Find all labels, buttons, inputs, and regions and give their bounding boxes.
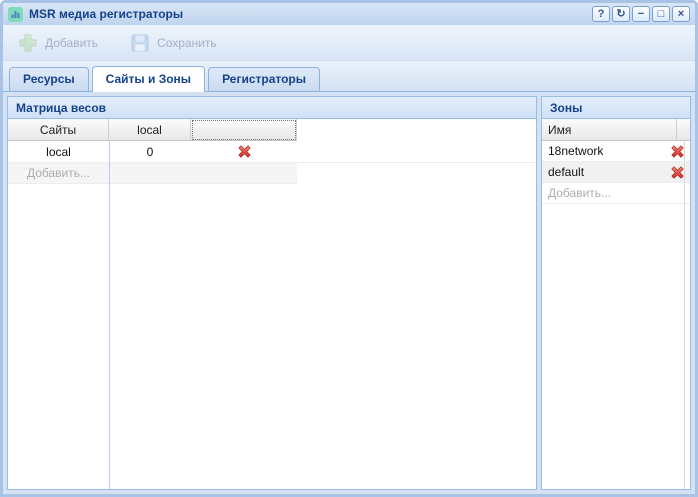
- zones-grid-header: Имя: [542, 119, 690, 141]
- maximize-button[interactable]: □: [652, 6, 670, 22]
- delete-icon[interactable]: [670, 165, 685, 180]
- matrix-panel-header: Матрица весов: [8, 97, 536, 119]
- column-header-empty[interactable]: [191, 119, 297, 141]
- window-title: MSR медиа регистраторы: [29, 7, 184, 21]
- zones-panel-title: Зоны: [550, 100, 583, 115]
- matrix-grid: Сайты local local 0 Добавить...: [8, 119, 536, 489]
- column-header-local[interactable]: local: [109, 119, 191, 141]
- tab-sites-and-zones[interactable]: Сайты и Зоны: [91, 66, 206, 92]
- delete-icon[interactable]: [670, 144, 685, 159]
- matrix-panel-title: Матрица весов: [16, 100, 107, 115]
- zone-row-18network[interactable]: 18network: [542, 141, 690, 162]
- weight-value-cell: 0: [146, 144, 154, 159]
- matrix-row-local[interactable]: local 0: [8, 141, 536, 163]
- zones-panel-header: Зоны: [542, 97, 690, 119]
- content-area: Матрица весов Сайты local local 0 Добави…: [3, 92, 695, 494]
- refresh-button[interactable]: ↻: [612, 6, 630, 22]
- grid-column-divider: [109, 141, 110, 489]
- site-name-cell: local: [46, 144, 71, 159]
- app-icon: [8, 6, 23, 22]
- delete-cell: [191, 141, 297, 162]
- toolbar: Добавить Сохранить: [3, 25, 695, 61]
- column-header-sites[interactable]: Сайты: [8, 119, 109, 141]
- help-button[interactable]: ?: [592, 6, 610, 22]
- save-button-label: Сохранить: [157, 35, 217, 50]
- matrix-add-row-label: Добавить...: [26, 166, 91, 180]
- zone-name: default: [548, 165, 585, 179]
- close-button[interactable]: ×: [672, 6, 690, 22]
- zones-grid: Имя 18network default Добавить...: [542, 119, 690, 489]
- zone-row-default[interactable]: default: [542, 162, 690, 183]
- matrix-grid-header: Сайты local: [8, 119, 536, 141]
- tab-resources[interactable]: Ресурсы: [9, 67, 89, 91]
- grid-column-divider: [684, 141, 685, 489]
- plus-icon: [18, 33, 38, 53]
- matrix-panel: Матрица весов Сайты local local 0 Добави…: [7, 96, 537, 490]
- column-header-actions: [677, 119, 690, 141]
- zones-add-row[interactable]: Добавить...: [542, 183, 690, 204]
- column-header-name[interactable]: Имя: [542, 119, 677, 141]
- zone-name: 18network: [548, 144, 604, 158]
- tab-registrars[interactable]: Регистраторы: [208, 67, 320, 91]
- app-window: MSR медиа регистраторы ? ↻ − □ × Добавит…: [0, 0, 698, 497]
- floppy-icon: [130, 33, 150, 53]
- window-controls: ? ↻ − □ ×: [592, 6, 690, 22]
- titlebar: MSR медиа регистраторы ? ↻ − □ ×: [3, 3, 695, 25]
- save-button[interactable]: Сохранить: [121, 30, 226, 56]
- add-button-label: Добавить: [45, 35, 99, 50]
- zones-add-row-label: Добавить...: [548, 186, 612, 200]
- zones-panel: Зоны Имя 18network default Добавить...: [541, 96, 691, 490]
- matrix-add-row[interactable]: Добавить...: [8, 163, 297, 184]
- tabstrip: Ресурсы Сайты и Зоны Регистраторы: [3, 61, 695, 92]
- delete-icon[interactable]: [237, 144, 252, 159]
- add-button[interactable]: Добавить: [9, 30, 107, 56]
- minimize-button[interactable]: −: [632, 6, 650, 22]
